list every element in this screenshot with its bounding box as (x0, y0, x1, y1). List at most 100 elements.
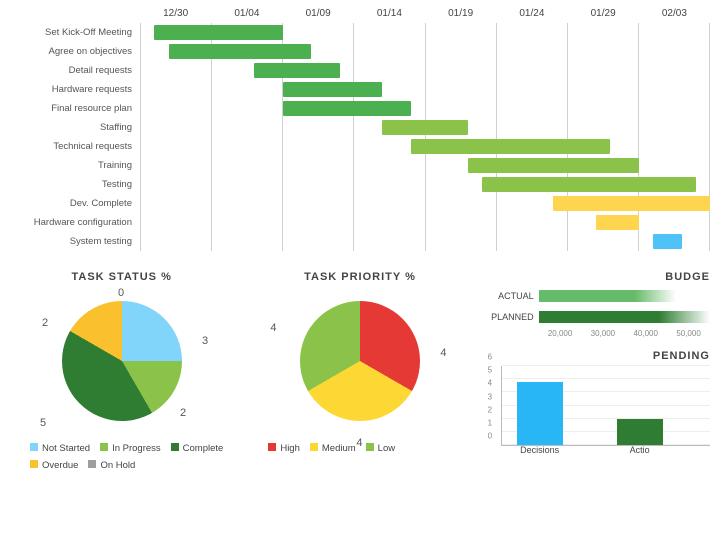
legend-swatch (30, 443, 38, 451)
pending-bar (617, 419, 663, 445)
gantt-chart: 12/3001/0401/0901/1401/1901/2401/2902/03… (10, 8, 710, 251)
pie-data-label: 3 (202, 335, 208, 347)
pending-x-label: Actio (610, 445, 670, 455)
legend-item: On Hold (88, 460, 135, 471)
task-label: Final resource plan (10, 103, 140, 114)
task-label: Training (10, 160, 140, 171)
task-priority-pie (300, 301, 420, 421)
gantt-bar (653, 234, 682, 249)
legend-label: High (280, 443, 300, 454)
budget-row: PLANNED (487, 308, 710, 326)
pending-chart: 0123456DecisionsActio (501, 366, 710, 446)
gantt-date-label: 01/14 (354, 8, 425, 23)
gantt-date-label: 12/30 (140, 8, 211, 23)
task-priority-pie-wrap: 444 (248, 287, 471, 437)
budget-axis-tick: 40,000 (624, 329, 667, 338)
gantt-bar (154, 25, 282, 40)
gantt-bar (482, 177, 696, 192)
legend-swatch (100, 443, 108, 451)
task-status-title: TASK STATUS % (10, 271, 233, 283)
gantt-body: Set Kick-Off Meeting Agree on objectives D… (10, 23, 710, 251)
task-label: Agree on objectives (10, 46, 140, 57)
task-label: Technical requests (10, 141, 140, 152)
pending-y-tick: 2 (488, 405, 492, 414)
task-status-panel: TASK STATUS % 0 3 2 5 2 Not Started In Progre… (10, 271, 233, 471)
legend-item: In Progress (100, 443, 161, 454)
task-label: System testing (10, 236, 140, 247)
gantt-date-label: 01/04 (211, 8, 282, 23)
task-label: Hardware requests (10, 84, 140, 95)
pending-y-tick: 5 (488, 366, 492, 375)
gantt-date-label: 01/29 (568, 8, 639, 23)
gantt-bar (468, 158, 639, 173)
legend-item: Complete (171, 443, 224, 454)
pending-y-tick: 0 (488, 432, 492, 441)
legend-swatch (366, 443, 374, 451)
gantt-date-label: 01/24 (496, 8, 567, 23)
gantt-row: Final resource plan (10, 99, 710, 118)
gantt-row: System testing (10, 232, 710, 251)
pie-data-label: 4 (356, 437, 362, 449)
pending-y-tick: 4 (488, 379, 492, 388)
legend-label: Not Started (42, 443, 90, 454)
right-column-panel: BUDGE ACTUAL PLANNED 20,00030,00040,00050… (487, 271, 710, 471)
legend-swatch (171, 443, 179, 451)
task-label: Dev. Complete (10, 198, 140, 209)
gantt-bar (283, 101, 411, 116)
pending-y-tick: 3 (488, 392, 492, 401)
pie-data-label: 5 (40, 417, 46, 429)
budget-axis: 20,00030,00040,00050,000 (539, 329, 710, 338)
pending-x-label: Decisions (510, 445, 570, 455)
budget-axis-tick: 20,000 (539, 329, 582, 338)
legend-swatch (30, 460, 38, 468)
gantt-row: Detail requests (10, 61, 710, 80)
pending-y-tick: 6 (488, 353, 492, 362)
legend-item: Low (366, 443, 395, 454)
task-label: Detail requests (10, 65, 140, 76)
gantt-bar (382, 120, 468, 135)
gantt-date-label: 01/09 (283, 8, 354, 23)
budget-label: ACTUAL (487, 291, 539, 301)
task-status-legend: Not Started In Progress Complete Overdue On … (10, 443, 233, 471)
budget-title: BUDGE (487, 271, 710, 283)
gantt-date-label: 01/19 (425, 8, 496, 23)
legend-swatch (88, 460, 96, 468)
pending-y-tick: 1 (488, 418, 492, 427)
task-label: Set Kick-Off Meeting (10, 27, 140, 38)
budget-label: PLANNED (487, 312, 539, 322)
legend-label: Low (378, 443, 395, 454)
gantt-bar (283, 82, 383, 97)
pending-bar (517, 382, 563, 445)
pie-data-label: 2 (180, 407, 186, 419)
legend-item: Overdue (30, 460, 78, 471)
gantt-date-label: 02/03 (639, 8, 710, 23)
gantt-bar (553, 196, 710, 211)
budget-axis-tick: 50,000 (667, 329, 710, 338)
gantt-row: Technical requests (10, 137, 710, 156)
gantt-date-axis: 12/3001/0401/0901/1401/1901/2401/2902/03 (140, 8, 710, 23)
task-label: Hardware configuration (10, 217, 140, 228)
gantt-row: Set Kick-Off Meeting (10, 23, 710, 42)
pending-title: PENDING (487, 350, 710, 362)
task-label: Staffing (10, 122, 140, 133)
gantt-row: Training (10, 156, 710, 175)
gantt-row: Staffing (10, 118, 710, 137)
legend-label: Complete (183, 443, 224, 454)
legend-swatch (310, 443, 318, 451)
gantt-row: Agree on objectives (10, 42, 710, 61)
gantt-bar (596, 215, 639, 230)
task-status-pie-wrap: 0 3 2 5 2 (10, 287, 233, 437)
legend-label: Medium (322, 443, 356, 454)
budget-bar-fill (539, 311, 710, 323)
legend-item: High (268, 443, 300, 454)
bottom-panels: TASK STATUS % 0 3 2 5 2 Not Started In Progre… (10, 271, 710, 471)
gantt-row: Dev. Complete (10, 194, 710, 213)
pie-data-label: 0 (118, 287, 124, 299)
legend-swatch (268, 443, 276, 451)
pie-data-label: 2 (42, 317, 48, 329)
budget-bar-fill (539, 290, 676, 302)
pie-data-label: 4 (270, 322, 276, 334)
pie-data-label: 4 (440, 347, 446, 359)
gantt-row: Hardware configuration (10, 213, 710, 232)
gantt-bar (169, 44, 312, 59)
